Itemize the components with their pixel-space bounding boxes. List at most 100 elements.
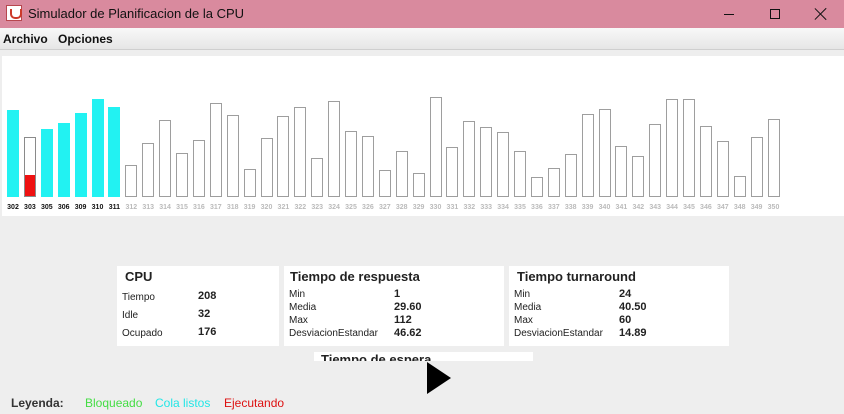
- process-bar: [564, 154, 577, 197]
- response-row-label: Min: [289, 289, 306, 300]
- process-bar: [514, 151, 526, 197]
- process-bar-outline: [74, 113, 87, 197]
- process-bar-outline: [395, 151, 408, 197]
- process-id-label: 350: [767, 204, 780, 211]
- process-bar-outline: [361, 136, 374, 197]
- process-bar-outline: [142, 143, 155, 197]
- turnaround-row-value: 40.50: [619, 301, 647, 313]
- response-row-value: 29.60: [394, 301, 422, 313]
- process-bar: [615, 146, 628, 197]
- legend-title: Leyenda:: [11, 396, 64, 410]
- process-bar: [7, 110, 19, 197]
- cpu-row-value: 32: [198, 308, 211, 320]
- close-button[interactable]: [798, 0, 844, 28]
- process-bar-outline: [767, 119, 780, 197]
- process-bar-outline: [615, 146, 628, 197]
- response-row-label: Media: [289, 302, 317, 313]
- process-bar-outline: [294, 107, 307, 197]
- process-bar: [480, 127, 493, 197]
- response-row-label: Max: [289, 315, 308, 326]
- process-bar-outline: [733, 176, 746, 197]
- turnaround-row-value: 24: [619, 288, 632, 300]
- process-bar: [125, 165, 138, 197]
- process-bar: [74, 113, 87, 197]
- java-cup-icon: [6, 5, 22, 21]
- response-row-value: 46.62: [394, 327, 422, 339]
- menu-archivo[interactable]: Archivo: [3, 32, 48, 46]
- process-bar: [547, 168, 560, 197]
- menu-opciones[interactable]: Opciones: [58, 32, 113, 46]
- process-bar: [294, 107, 307, 197]
- process-bar-outline: [598, 109, 611, 197]
- legend-running: Ejecutando: [224, 396, 285, 410]
- process-bar: [395, 151, 408, 197]
- process-bar-outline: [446, 147, 459, 197]
- process-bar-outline: [260, 138, 273, 197]
- process-bar: [243, 169, 256, 197]
- turnaround-row-label: DesviacionEstandar: [514, 328, 603, 339]
- process-bar-outline: [7, 110, 19, 197]
- process-bar-outline: [378, 170, 391, 197]
- title-bar: Simulador de Planificacion de la CPU: [0, 0, 844, 28]
- wait-time-box: Tiempo de espera: [314, 352, 533, 361]
- process-bar-outline: [547, 168, 560, 197]
- process-bar: [632, 156, 645, 197]
- process-bar-outline: [683, 99, 695, 197]
- process-bar-outline: [716, 141, 729, 197]
- process-bar: [108, 107, 121, 197]
- process-bar-outline: [328, 101, 341, 197]
- response-title: Tiempo de respuesta: [290, 269, 420, 284]
- cpu-stats-box: CPU Tiempo 208 Idle 32 Ocupado 176: [117, 266, 279, 346]
- process-bar: [311, 158, 324, 197]
- process-bar-outline: [192, 140, 205, 197]
- minimize-button[interactable]: [706, 0, 752, 28]
- process-bar: [260, 138, 273, 197]
- process-bar-outline: [57, 123, 70, 197]
- process-bar: [598, 109, 611, 197]
- process-bar-outline: [108, 107, 121, 197]
- close-icon: [814, 7, 828, 21]
- turnaround-row-label: Media: [514, 302, 542, 313]
- maximize-button[interactable]: [752, 0, 798, 28]
- cpu-row-label: Idle: [122, 310, 139, 321]
- process-bar-outline: [159, 120, 172, 197]
- play-button[interactable]: [427, 362, 451, 394]
- process-bar-outline: [666, 99, 679, 197]
- process-bar-outline: [463, 121, 476, 197]
- legend-ready-queue: Cola listos: [155, 396, 211, 410]
- response-time-box: Tiempo de respuesta Min 1 Media 29.60 Ma…: [284, 266, 504, 346]
- cpu-title: CPU: [125, 269, 153, 284]
- process-bar: [412, 173, 425, 197]
- process-bar-outline: [581, 114, 594, 197]
- process-bar: [750, 137, 763, 197]
- process-bar-outline: [429, 97, 442, 197]
- maximize-icon: [770, 9, 780, 19]
- cpu-row-label: Ocupado: [122, 328, 163, 339]
- process-bar: [733, 176, 746, 197]
- process-bar-outline: [40, 129, 53, 197]
- process-bar: [666, 99, 679, 197]
- cpu-row-label: Tiempo: [122, 292, 155, 303]
- turnaround-row-label: Max: [514, 315, 533, 326]
- process-bar: [497, 132, 510, 197]
- turnaround-row-label: Min: [514, 289, 531, 300]
- process-progress-fill: [24, 175, 35, 196]
- turnaround-row-value: 60: [619, 314, 632, 326]
- process-bar: [192, 140, 205, 197]
- process-bar-outline: [480, 127, 493, 197]
- process-bar: [767, 119, 780, 197]
- process-bar: [40, 129, 53, 197]
- turnaround-time-box: Tiempo turnaround Min 24 Media 40.50 Max…: [509, 266, 729, 346]
- process-bar-outline: [311, 158, 324, 197]
- cpu-row-value: 176: [198, 326, 217, 338]
- process-bar: [446, 147, 459, 197]
- process-bar-outline: [514, 151, 526, 197]
- turnaround-row-value: 14.89: [619, 327, 647, 339]
- process-bar: [345, 131, 357, 197]
- process-bar: [378, 170, 391, 197]
- process-bar-outline: [649, 124, 662, 197]
- process-bar: [159, 120, 172, 197]
- cpu-row-value: 208: [198, 290, 217, 302]
- process-bar: [463, 121, 476, 197]
- process-bar-outline: [125, 165, 138, 197]
